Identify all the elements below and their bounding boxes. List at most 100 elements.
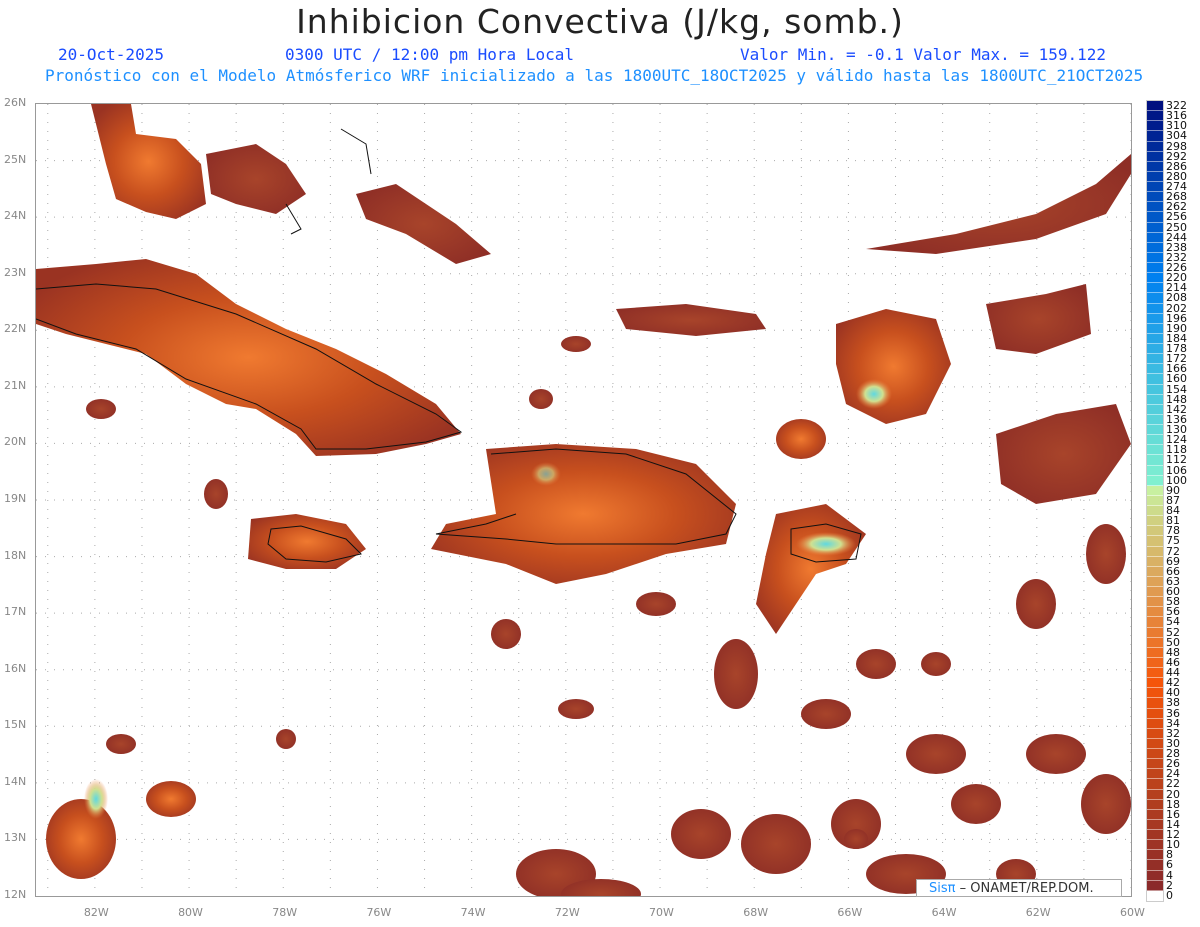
colorbar-cell — [1147, 151, 1163, 162]
lon-label: 74W — [460, 906, 486, 919]
colorbar-cell — [1147, 101, 1163, 112]
bahamas-strip — [356, 184, 491, 264]
sispi-logo: Sisπ — [929, 881, 956, 896]
colorbar-cell — [1147, 425, 1163, 436]
forecast-time: 0300 UTC / 12:00 pm Hora Local — [285, 45, 574, 64]
colorbar-cell — [1147, 111, 1163, 122]
lon-label: 80W — [178, 906, 203, 919]
colorbar-cell — [1147, 607, 1163, 618]
colorbar-cell — [1147, 718, 1163, 729]
colorbar-cell — [1147, 789, 1163, 800]
lon-label: 62W — [1025, 906, 1051, 919]
cin-shading — [36, 104, 1131, 896]
lon-label: 72W — [554, 906, 580, 919]
colorbar-cell — [1147, 668, 1163, 679]
colorbar-cell — [1147, 799, 1163, 810]
lat-label: 26N — [4, 96, 27, 109]
colorbar-cell — [1147, 526, 1163, 537]
colorbar-cell — [1147, 242, 1163, 253]
colorbar-cell — [1147, 171, 1163, 182]
colorbar-cell — [1147, 506, 1163, 517]
colorbar-cell — [1147, 293, 1163, 304]
lon-label: 78W — [272, 906, 298, 919]
colorbar-cell — [1147, 333, 1163, 345]
colorbar-cell — [1147, 384, 1163, 395]
colorbar-cell — [1147, 890, 1163, 901]
lat-label: 21N — [4, 378, 27, 392]
lat-label: 12N — [4, 888, 27, 901]
map-svg — [36, 104, 1131, 896]
colorbar-cell — [1147, 222, 1163, 233]
map-title: Inhibicion Convectiva (J/kg, somb.) — [296, 2, 904, 41]
credit-text: – ONAMET/REP.DOM. — [955, 881, 1094, 896]
lon-label: 68W — [743, 906, 769, 919]
lat-label: 18N — [4, 548, 27, 562]
colorbar-cell — [1147, 627, 1163, 638]
colorbar-cell — [1147, 364, 1163, 375]
lat-label: 16N — [4, 661, 27, 675]
puerto-rico-region — [756, 504, 866, 634]
colorbar — [1146, 100, 1164, 902]
colorbar-cell — [1147, 759, 1163, 770]
lon-label: 76W — [366, 906, 392, 919]
colorbar-cell — [1147, 708, 1163, 719]
colorbar-cell — [1147, 121, 1163, 132]
colorbar-cell — [1147, 647, 1163, 658]
colorbar-cell — [1147, 738, 1163, 750]
colorbar-cell — [1147, 131, 1163, 142]
lat-label: 20N — [4, 435, 27, 449]
colorbar-cell — [1147, 850, 1163, 861]
bahamas-region — [206, 144, 306, 214]
colorbar-cell — [1147, 556, 1163, 567]
map-area — [35, 103, 1132, 897]
colorbar-cell — [1147, 546, 1163, 557]
colorbar-cell — [1147, 182, 1163, 193]
colorbar-cell — [1147, 354, 1163, 365]
colorbar-cell — [1147, 252, 1163, 264]
colorbar-cell — [1147, 374, 1163, 385]
colorbar-cell — [1147, 688, 1163, 699]
lat-label: 25N — [4, 152, 27, 166]
colorbar-cell — [1147, 830, 1163, 841]
colorbar-cell — [1147, 192, 1163, 203]
cuba-region — [36, 259, 461, 456]
atlantic-strip — [866, 154, 1131, 254]
colorbar-cell — [1147, 587, 1163, 598]
colorbar-cell — [1147, 516, 1163, 527]
colorbar-cell — [1147, 212, 1163, 223]
colorbar-cell — [1147, 657, 1163, 669]
lon-label: 70W — [649, 906, 674, 919]
lat-label: 24N — [4, 209, 27, 223]
lon-label: 82W — [83, 906, 109, 919]
min-max-values: Valor Min. = -0.1 Valor Max. = 159.122 — [740, 45, 1107, 64]
colorbar-cell — [1147, 698, 1163, 709]
colorbar-cell — [1147, 617, 1163, 628]
colorbar-cell — [1147, 141, 1163, 152]
colorbar-cell — [1147, 769, 1163, 780]
atlantic-band — [616, 304, 766, 336]
lon-label: 66W — [837, 906, 863, 919]
colorbar-cell — [1147, 394, 1163, 405]
colorbar-cell — [1147, 485, 1163, 496]
colorbar-cell — [1147, 566, 1163, 577]
lat-label: 13N — [4, 831, 27, 845]
lat-label: 23N — [4, 265, 27, 279]
colorbar-cell — [1147, 465, 1163, 476]
colorbar-cell — [1147, 404, 1163, 415]
colorbar-cell — [1147, 860, 1163, 871]
florida-region — [91, 104, 206, 219]
lat-label: 22N — [4, 322, 27, 336]
colorbar-cell — [1147, 313, 1163, 324]
colorbar-cell — [1147, 840, 1163, 851]
east-cluster — [996, 404, 1131, 504]
east-cluster-2 — [986, 284, 1091, 354]
lat-label: 19N — [4, 492, 27, 505]
colorbar-cell — [1147, 536, 1163, 547]
colorbar-cell — [1147, 232, 1163, 243]
colorbar-cell — [1147, 779, 1163, 790]
hispaniola-region — [431, 444, 736, 584]
colorbar-cell — [1147, 263, 1163, 274]
credit-box: Sisπ – ONAMET/REP.DOM. — [916, 879, 1122, 897]
lat-label: 14N — [4, 774, 27, 788]
lon-label: 60W — [1120, 906, 1145, 919]
